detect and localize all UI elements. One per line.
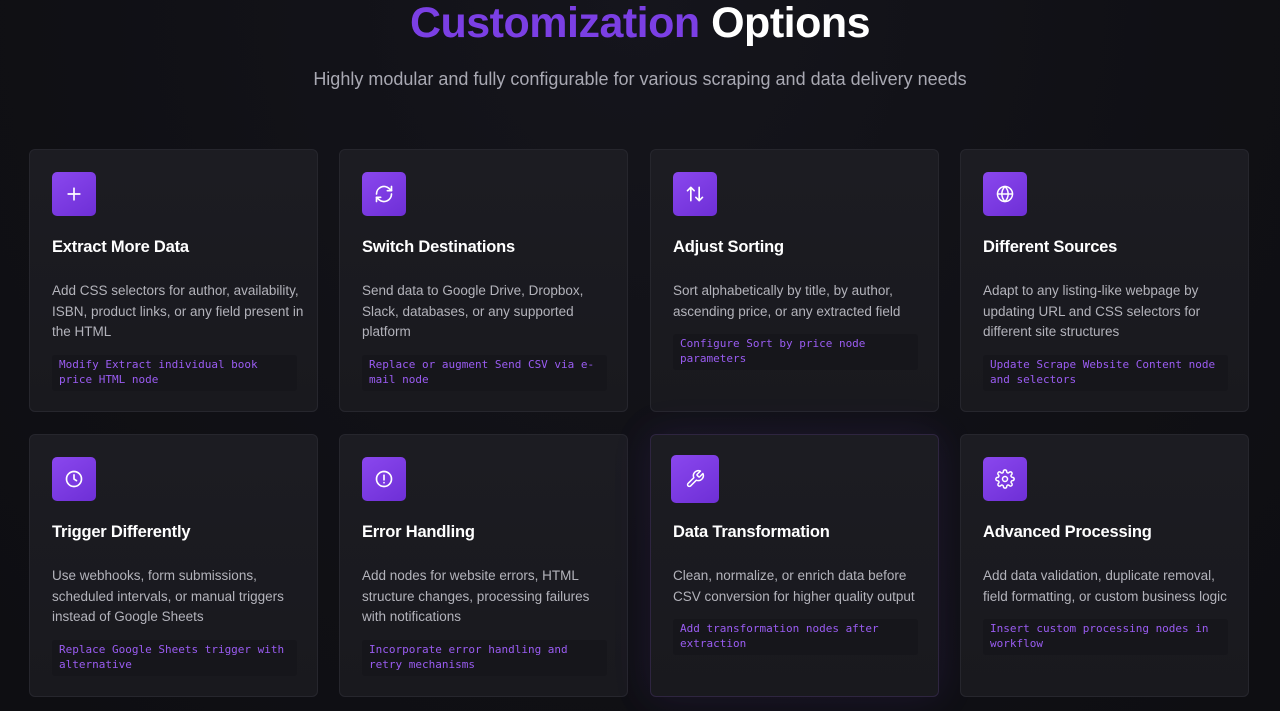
page-title-accent: Customization: [409, 0, 700, 47]
option-card-error-handling: Error Handling Add nodes for website err…: [339, 434, 628, 697]
card-title: Error Handling: [362, 523, 475, 541]
option-card-different-sources: Different Sources Adapt to any listing-l…: [960, 149, 1249, 412]
options-grid: Extract More Data Add CSS selectors for …: [29, 149, 1250, 697]
card-code-snippet: Update Scrape Website Content node and s…: [983, 355, 1228, 391]
alert-icon: [362, 457, 406, 501]
page-title-rest: Options: [711, 0, 871, 47]
option-card-adjust-sorting: Adjust Sorting Sort alphabetically by ti…: [650, 149, 939, 412]
card-title: Data Transformation: [673, 523, 830, 541]
option-card-data-transformation[interactable]: Data Transformation Clean, normalize, or…: [650, 434, 939, 697]
plus-icon: [52, 172, 96, 216]
card-code-snippet: Configure Sort by price node parameters: [673, 334, 918, 370]
card-description: Clean, normalize, or enrich data before …: [673, 568, 915, 604]
clock-icon: [52, 457, 96, 501]
card-title: Different Sources: [983, 238, 1118, 256]
card-description: Add nodes for website errors, HTML struc…: [362, 568, 590, 624]
card-title: Adjust Sorting: [673, 238, 784, 256]
card-title: Extract More Data: [52, 238, 189, 256]
card-description: Use webhooks, form submissions, schedule…: [52, 568, 284, 624]
card-description: Add data validation, duplicate removal, …: [983, 568, 1227, 604]
card-description: Sort alphabetically by title, by author,…: [673, 283, 901, 319]
card-title: Switch Destinations: [362, 238, 515, 256]
page: Customization Options Highly modular and…: [0, 0, 1280, 711]
card-description: Add CSS selectors for author, availabili…: [52, 283, 304, 339]
page-subtitle: Highly modular and fully configurable fo…: [313, 69, 967, 89]
option-card-switch-destinations: Switch Destinations Send data to Google …: [339, 149, 628, 412]
refresh-icon: [362, 172, 406, 216]
option-card-trigger-differently: Trigger Differently Use webhooks, form s…: [29, 434, 318, 697]
wrench-icon: [671, 455, 719, 503]
card-code-snippet: Insert custom processing nodes in workfl…: [983, 619, 1228, 655]
option-card-advanced-processing: Advanced Processing Add data validation,…: [960, 434, 1249, 697]
card-code-snippet: Replace or augment Send CSV via e-mail n…: [362, 355, 607, 391]
card-title: Trigger Differently: [52, 523, 191, 541]
gear-icon: [983, 457, 1027, 501]
sort-arrows-icon: [673, 172, 717, 216]
option-card-extract-more-data: Extract More Data Add CSS selectors for …: [29, 149, 318, 412]
card-code-snippet: Modify Extract individual book price HTM…: [52, 355, 297, 391]
card-description: Send data to Google Drive, Dropbox, Slac…: [362, 283, 584, 339]
page-title: Customization Options: [0, 0, 1280, 52]
card-description: Adapt to any listing-like webpage by upd…: [983, 283, 1201, 339]
card-code-snippet: Add transformation nodes after extractio…: [673, 619, 918, 655]
globe-icon: [983, 172, 1027, 216]
card-code-snippet: Replace Google Sheets trigger with alter…: [52, 640, 297, 676]
card-code-snippet: Incorporate error handling and retry mec…: [362, 640, 607, 676]
card-title: Advanced Processing: [983, 523, 1152, 541]
